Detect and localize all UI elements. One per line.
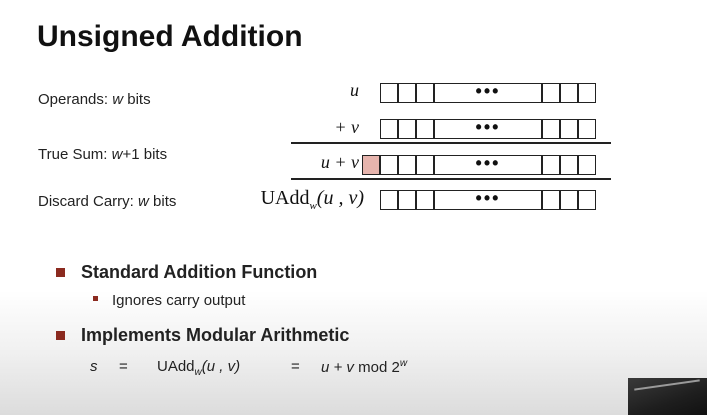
true-sum-label-prefix: True Sum:: [38, 146, 112, 163]
bit-cell: [578, 155, 596, 175]
bit-cell: [542, 83, 560, 103]
expr-uadd-sub: w: [309, 200, 317, 212]
ellipsis: •••: [475, 188, 501, 208]
bit-cell: [578, 190, 596, 210]
bit-cell: [380, 155, 398, 175]
operands-label-prefix: Operands:: [38, 91, 113, 108]
bit-cell: [416, 83, 434, 103]
equation-equals-2: =: [291, 358, 300, 375]
bit-cell: [416, 119, 434, 139]
ellipsis: •••: [475, 153, 501, 173]
bit-cell: [560, 155, 578, 175]
bit-cell: [578, 83, 596, 103]
equation-uadd-name: UAdd: [157, 358, 195, 375]
bit-cell: [380, 119, 398, 139]
bullet-marker: [56, 268, 65, 277]
bit-cell: [578, 119, 596, 139]
equation-rhs-exp: w: [399, 358, 408, 369]
expr-uadd-args: (u , v): [316, 187, 364, 209]
sum-divider-line: [291, 142, 611, 144]
discard-carry-label-var: w: [138, 193, 149, 210]
discard-carry-label: Discard Carry: w bits: [38, 193, 176, 210]
sub-bullet-marker: [93, 296, 98, 301]
equation-equals-1: =: [119, 358, 128, 375]
equation-uadd: UAddw(u , v): [157, 358, 240, 378]
bullet-standard-addition: Standard Addition Function: [81, 262, 318, 282]
bullet-modular-arithmetic: Implements Modular Arithmetic: [81, 325, 350, 345]
equation-lhs: s: [90, 358, 98, 375]
true-sum-label-suffix: +1 bits: [122, 146, 168, 163]
operands-label-var: w: [112, 91, 124, 108]
true-sum-label-var: w: [111, 146, 123, 163]
equation-lhs-text: s: [90, 358, 98, 375]
operands-label-suffix: bits: [123, 91, 151, 108]
slide: Unsigned Addition Operands: w bits True …: [0, 0, 707, 415]
discard-carry-label-suffix: bits: [148, 193, 177, 210]
register-v: •••: [380, 117, 596, 139]
equation-uadd-sub: w: [194, 367, 202, 378]
register-u: •••: [380, 81, 596, 103]
bit-cell: [398, 83, 416, 103]
expr-u-plus-v-text: u + v: [320, 152, 359, 172]
carry-bit-cell: [362, 155, 380, 175]
register-true-sum: •••: [362, 153, 596, 175]
expr-plus-v: + v: [334, 117, 359, 138]
bit-cell: [542, 119, 560, 139]
sub-bullet-ignores-carry: Ignores carry output: [112, 292, 246, 309]
discard-carry-label-prefix: Discard Carry:: [38, 193, 139, 210]
expr-plus-v-text: + v: [334, 117, 359, 137]
equation-rhs: u + v mod 2w: [321, 358, 407, 376]
expr-uadd: UAddw(u , v): [261, 187, 364, 212]
bit-cell: [380, 190, 398, 210]
ellipsis: •••: [475, 81, 501, 101]
bit-cell: [380, 83, 398, 103]
bit-cell: [398, 190, 416, 210]
slide-title: Unsigned Addition: [37, 20, 303, 53]
bit-cell: [560, 119, 578, 139]
expr-u-text: u: [350, 80, 359, 100]
equation-uadd-args: (u , v): [201, 358, 241, 375]
discard-divider-line: [291, 178, 611, 180]
bit-cell: [398, 119, 416, 139]
bit-cell: [560, 83, 578, 103]
true-sum-label: True Sum: w+1 bits: [38, 146, 167, 163]
bit-cell: [542, 155, 560, 175]
bit-cell: [560, 190, 578, 210]
expr-u: u: [350, 80, 359, 101]
background-corner-object: [628, 378, 707, 415]
expr-u-plus-v: u + v: [321, 152, 359, 173]
equation-rhs-mod: mod 2: [358, 359, 400, 376]
bullet-marker: [56, 331, 65, 340]
bit-cell: [542, 190, 560, 210]
ellipsis: •••: [475, 117, 501, 137]
bit-cell: [398, 155, 416, 175]
expr-uadd-name: UAdd: [260, 187, 310, 209]
bit-cell: [416, 155, 434, 175]
equation-rhs-sum: u + v: [321, 359, 354, 376]
bit-cell: [416, 190, 434, 210]
register-uadd: •••: [380, 188, 596, 210]
operands-label: Operands: w bits: [38, 91, 151, 108]
